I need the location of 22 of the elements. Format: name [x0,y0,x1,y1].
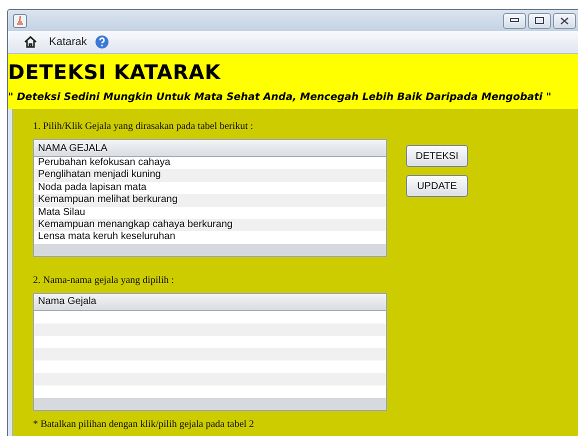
java-app-icon [13,14,27,28]
table-row[interactable]: Kemampuan menangkap cahaya berkurang [34,218,386,232]
slogan: " Deteksi Sedini Mungkin Untuk Mata Sehat Anda, Mencegah Lebih Baik Daripada Mengobati " [8,92,552,103]
step-label: 2. Nama-nama gejala yang dipilih : [33,274,176,288]
toolbar-label[interactable]: Katarak [49,36,87,48]
table-row[interactable]: Kemampuan melihat berkurang [34,194,386,207]
step-label: 1. Pilih/Klik Gejala yang dirasakan pada tabel berikut : [33,121,254,134]
help-icon[interactable] [94,35,109,49]
action-button[interactable]: UPDATE [406,175,468,197]
footnote: * Batalkan pilihan dengan klik/pilih gejala pada tabel 2 [33,418,256,432]
close-icon [560,16,569,24]
maximize-icon [535,17,544,24]
table-row[interactable]: Penglihatan menjadi kuning [34,169,386,182]
column-header[interactable]: NAMA GEJALA [34,140,386,157]
minimize-button[interactable] [503,12,526,28]
maximize-button[interactable] [528,12,551,28]
close-button[interactable] [553,12,576,28]
app-title: DETEKSI KATARAK [8,60,222,84]
action-button[interactable]: DETEKSI [406,145,468,167]
column-header[interactable]: Nama Gejala [34,294,386,311]
home-icon[interactable] [24,36,37,48]
minimize-icon [510,18,519,23]
